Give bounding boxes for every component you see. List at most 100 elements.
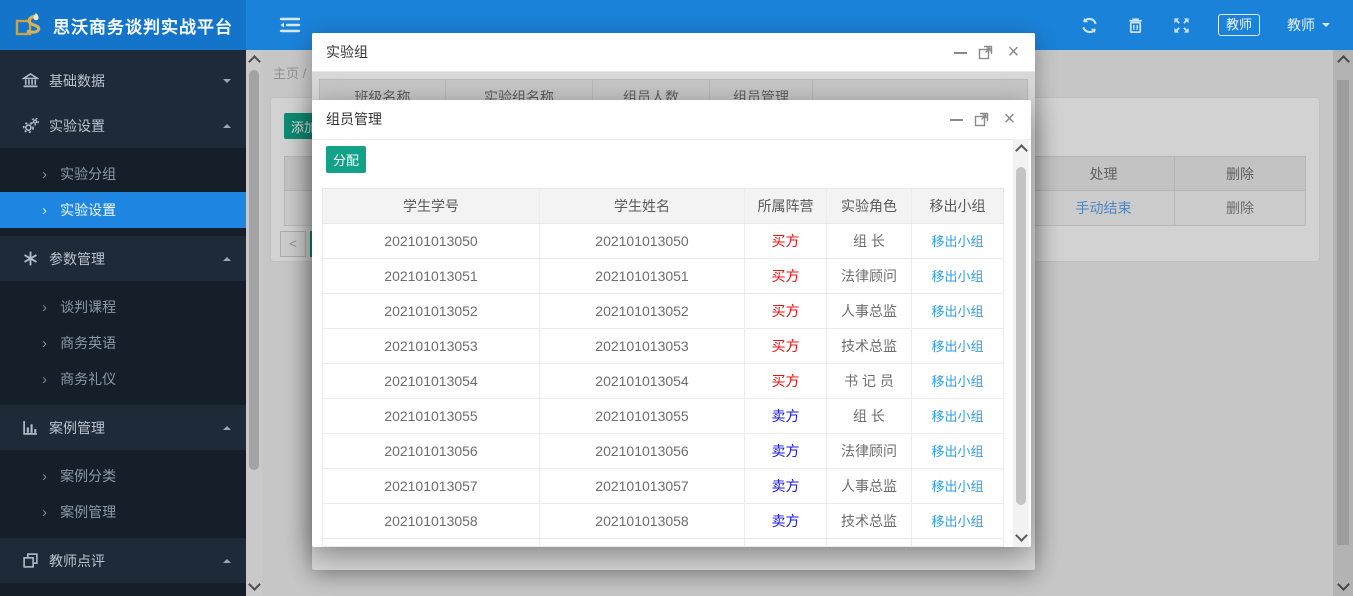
camp-label: 卖方 [772, 443, 800, 459]
minimize-icon[interactable] [954, 52, 967, 54]
sidebar-subitem-experiment-settings[interactable]: 实验设置 [0, 192, 246, 228]
sidebar-item-case-management[interactable]: 案例管理 [0, 405, 246, 450]
role-label: 技术总监 [827, 329, 912, 363]
modal-title: 组员管理 [326, 100, 382, 139]
scroll-up-arrow[interactable] [1015, 144, 1028, 157]
scroll-up-arrow[interactable] [248, 55, 261, 68]
fullscreen-icon[interactable] [1172, 16, 1191, 35]
student-name: 202101013055 [540, 399, 745, 433]
role-badge[interactable]: 教师 [1218, 14, 1260, 36]
scroll-down-arrow[interactable] [1015, 529, 1028, 542]
members-table-header: 学生学号 学生姓名 所属阵营 实验角色 移出小组 [322, 188, 1004, 224]
sidebar-subitem-business-english[interactable]: 商务英语 [0, 325, 246, 361]
brand: 思沃商务谈判实战平台 [0, 0, 246, 50]
minimize-icon[interactable] [950, 119, 963, 121]
remove-from-group-link[interactable]: 移出小组 [931, 479, 983, 494]
member-row: 202101013056 202101013056 卖方 法律顾问 移出小组 [322, 434, 1004, 469]
maximize-icon[interactable] [978, 45, 993, 60]
scroll-down-arrow[interactable] [1337, 578, 1350, 591]
pagination-prev-button[interactable]: < [280, 231, 306, 257]
trash-icon[interactable] [1126, 16, 1145, 35]
modal-title: 实验组 [326, 33, 368, 72]
student-id: 202101013056 [323, 434, 540, 468]
sidebar-subitem-experiment-grouping[interactable]: 实验分组 [0, 156, 246, 192]
remove-from-group-link[interactable]: 移出小组 [931, 444, 983, 459]
student-id: 202101013054 [323, 364, 540, 398]
role-label: 人事总监 [827, 294, 912, 328]
column-header-student-name: 学生姓名 [540, 189, 745, 223]
assign-button[interactable]: 分配 [326, 146, 366, 173]
close-icon[interactable]: × [1002, 112, 1017, 127]
camp-label: 买方 [772, 338, 800, 354]
scroll-thumb[interactable] [249, 70, 259, 470]
sidebar-subitem-business-etiquette[interactable]: 商务礼仪 [0, 361, 246, 397]
remove-from-group-link[interactable]: 移出小组 [931, 304, 983, 319]
role-label: 组 长 [827, 224, 912, 258]
breadcrumb: 主页 / [273, 63, 306, 82]
member-row: 202101013058 202101013058 卖方 技术总监 移出小组 [322, 504, 1004, 539]
role-label: 人事总监 [827, 469, 912, 503]
student-id: 202101013053 [323, 329, 540, 363]
member-row: 202101013054 202101013054 买方 书 记 员 移出小组 [322, 364, 1004, 399]
sidebar-subitem-teacher-review[interactable]: 教师点评 [0, 591, 246, 596]
sidebar-item-label: 教师点评 [49, 551, 105, 571]
remove-from-group-link[interactable]: 移出小组 [931, 514, 983, 529]
chevron-up-icon [223, 555, 231, 563]
remove-from-group-link[interactable]: 移出小组 [931, 269, 983, 284]
user-dropdown[interactable]: 教师 [1287, 15, 1330, 35]
sidebar-item-teacher-review[interactable]: 教师点评 [0, 538, 246, 583]
member-row: 202101013050 202101013050 买方 组 长 移出小组 [322, 224, 1004, 259]
submenu-teacher-review: 教师点评 [0, 583, 246, 596]
sidebar-item-basic-data[interactable]: 基础数据 [0, 58, 246, 103]
student-name: 202101013057 [540, 469, 745, 503]
remove-from-group-link[interactable]: 移出小组 [931, 409, 983, 424]
remove-from-group-link[interactable]: 移出小组 [931, 374, 983, 389]
menu-fold-icon[interactable] [278, 15, 302, 35]
breadcrumb-home[interactable]: 主页 [273, 66, 299, 81]
sidebar: 基础数据 实验设置 实验分组 实验设置 参数管理 谈判课程 [0, 50, 246, 596]
refresh-icon[interactable] [1080, 16, 1099, 35]
member-row: 202101013057 202101013057 卖方 人事总监 移出小组 [322, 469, 1004, 504]
remove-from-group-link[interactable]: 移出小组 [931, 234, 983, 249]
chevron-up-icon [223, 120, 231, 128]
role-label: 技术总监 [827, 504, 912, 538]
role-label: 法律顾问 [827, 434, 912, 468]
chevron-up-icon [223, 253, 231, 261]
bar-chart-icon [22, 419, 39, 436]
camp-label: 买方 [772, 303, 800, 319]
user-dropdown-label: 教师 [1287, 15, 1315, 35]
member-row: 202101013052 202101013052 买方 人事总监 移出小组 [322, 294, 1004, 329]
sidebar-item-label: 实验设置 [49, 116, 105, 136]
camp-label: 卖方 [772, 408, 800, 424]
camp-label: 卖方 [772, 478, 800, 494]
submenu-parameter-management: 谈判课程 商务英语 商务礼仪 [0, 281, 246, 405]
camp-label: 买方 [772, 373, 800, 389]
student-name: 202101013051 [540, 259, 745, 293]
members-table: 学生学号 学生姓名 所属阵营 实验角色 移出小组 202101013050 20… [322, 188, 1004, 547]
gears-icon [22, 117, 39, 134]
sidebar-subitem-case-management[interactable]: 案例管理 [0, 494, 246, 530]
maximize-icon[interactable] [974, 112, 989, 127]
column-header-student-id: 学生学号 [323, 189, 540, 223]
sidebar-item-label: 基础数据 [49, 71, 105, 91]
scroll-down-arrow[interactable] [248, 578, 261, 591]
app-title: 思沃商务谈判实战平台 [53, 13, 233, 38]
column-header-handle: 处理 [1033, 157, 1175, 190]
student-name: 202101013050 [540, 224, 745, 258]
delete-link[interactable]: 删除 [1175, 191, 1305, 225]
remove-from-group-link[interactable]: 移出小组 [931, 339, 983, 354]
student-name: 202101013053 [540, 329, 745, 363]
manual-end-link[interactable]: 手动结束 [1076, 200, 1132, 216]
sidebar-item-parameter-management[interactable]: 参数管理 [0, 236, 246, 281]
sidebar-subitem-case-category[interactable]: 案例分类 [0, 458, 246, 494]
scroll-thumb[interactable] [1337, 80, 1349, 545]
asterisk-icon [22, 250, 39, 267]
scroll-up-arrow[interactable] [1337, 55, 1350, 68]
modal-body: 分配 学生学号 学生姓名 所属阵营 实验角色 移出小组 202101013050… [312, 139, 1031, 547]
member-row: 202101013053 202101013053 买方 技术总监 移出小组 [322, 329, 1004, 364]
sidebar-subitem-negotiation-course[interactable]: 谈判课程 [0, 289, 246, 325]
close-icon[interactable]: × [1006, 45, 1021, 60]
sidebar-item-experiment-settings[interactable]: 实验设置 [0, 103, 246, 148]
sidebar-item-label: 参数管理 [49, 249, 105, 269]
scroll-thumb[interactable] [1016, 167, 1026, 505]
